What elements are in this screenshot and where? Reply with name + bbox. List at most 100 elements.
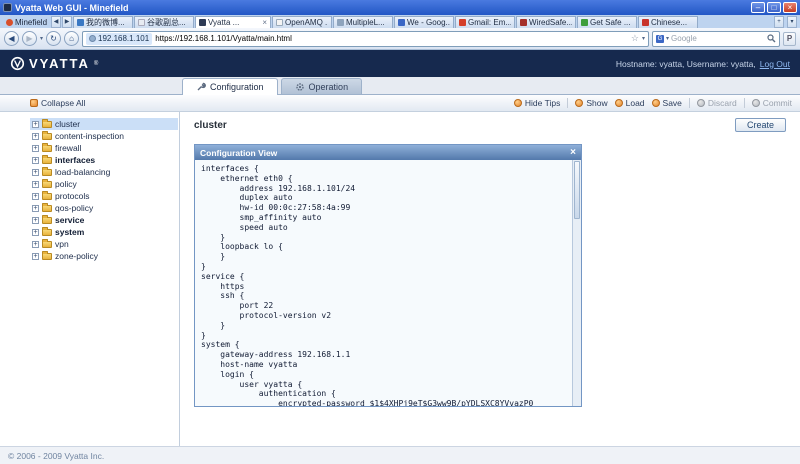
maximize-button[interactable]: □ bbox=[767, 2, 781, 13]
sidebar-item-policy[interactable]: + policy bbox=[30, 178, 178, 190]
commit-button[interactable]: Commit bbox=[752, 98, 792, 108]
show-button[interactable]: Show bbox=[575, 98, 607, 108]
search-engine-icon[interactable]: G bbox=[656, 35, 664, 43]
browser-tab[interactable]: 我的微博... bbox=[73, 16, 133, 28]
hostname-username-text: Hostname: vyatta, Username: vyatta, bbox=[616, 59, 756, 69]
site-identity-domain: 192.168.1.101 bbox=[98, 34, 149, 43]
toolbar-separator bbox=[689, 98, 690, 108]
sidebar-item-vpn[interactable]: + vpn bbox=[30, 238, 178, 250]
vyatta-app: VYATTA ® Hostname: vyatta, Username: vya… bbox=[0, 50, 800, 464]
bookmark-star-icon[interactable]: ☆ bbox=[631, 33, 639, 44]
config-tree-sidebar: + cluster + content-inspection + firewal… bbox=[0, 112, 180, 446]
expand-icon[interactable]: + bbox=[32, 181, 39, 188]
configuration-view-panel: Configuration View × interfaces { ethern… bbox=[194, 144, 582, 407]
search-magnifier-icon[interactable] bbox=[767, 34, 776, 43]
session-info: Hostname: vyatta, Username: vyatta, Log … bbox=[616, 59, 790, 69]
folder-icon bbox=[42, 157, 52, 164]
browser-tab[interactable]: Chinese... bbox=[638, 16, 698, 28]
minimize-button[interactable]: – bbox=[751, 2, 765, 13]
browser-tab[interactable]: We - Goog... bbox=[394, 16, 454, 28]
home-icon[interactable]: ⌂ bbox=[64, 31, 79, 46]
page-title: cluster bbox=[194, 120, 786, 131]
sidebar-item-protocols[interactable]: + protocols bbox=[30, 190, 178, 202]
folder-icon bbox=[42, 193, 52, 200]
collapse-all-button[interactable]: Collapse All bbox=[30, 98, 85, 108]
sidebar-item-zone-policy[interactable]: + zone-policy bbox=[30, 250, 178, 262]
browser-tab[interactable]: MultipleL... bbox=[333, 16, 393, 28]
browser-tab[interactable]: 谷歌副总... bbox=[134, 16, 194, 28]
tab-operation[interactable]: Operation bbox=[281, 78, 363, 94]
sidebar-item-interfaces[interactable]: + interfaces bbox=[30, 154, 178, 166]
sidebar-item-service[interactable]: + service bbox=[30, 214, 178, 226]
vyatta-header: VYATTA ® Hostname: vyatta, Username: vya… bbox=[0, 50, 800, 77]
expand-icon[interactable]: + bbox=[32, 253, 39, 260]
browser-tab[interactable]: OpenAMQ ... bbox=[272, 16, 332, 28]
browser-tab[interactable]: WiredSafe... bbox=[516, 16, 576, 28]
url-text[interactable]: https://192.168.1.101/Vyatta/main.html bbox=[155, 34, 628, 43]
vyatta-logo: VYATTA ® bbox=[10, 56, 98, 71]
expand-icon[interactable]: + bbox=[32, 205, 39, 212]
scrollbar-thumb[interactable] bbox=[574, 161, 580, 219]
tab-scroll-right-icon[interactable]: ▶ bbox=[62, 16, 72, 28]
list-all-tabs-icon[interactable]: ▾ bbox=[787, 16, 797, 28]
load-icon bbox=[615, 99, 623, 107]
expand-icon[interactable]: + bbox=[32, 157, 39, 164]
expand-icon[interactable]: + bbox=[32, 145, 39, 152]
sidebar-item-system[interactable]: + system bbox=[30, 226, 178, 238]
folder-icon bbox=[42, 121, 52, 128]
discard-button[interactable]: Discard bbox=[697, 98, 737, 108]
panel-scrollbar[interactable] bbox=[572, 160, 581, 406]
sidebar-item-cluster[interactable]: + cluster bbox=[30, 118, 178, 130]
expand-icon[interactable]: + bbox=[32, 193, 39, 200]
sidebar-item-content-inspection[interactable]: + content-inspection bbox=[30, 130, 178, 142]
create-button[interactable]: Create bbox=[735, 118, 786, 132]
commit-icon bbox=[752, 99, 760, 107]
browser-tab-active[interactable]: Vyatta ... × bbox=[195, 16, 271, 28]
hide-tips-button[interactable]: Hide Tips bbox=[514, 98, 560, 108]
panel-close-icon[interactable]: × bbox=[570, 148, 576, 158]
minefield-icon bbox=[6, 19, 13, 26]
hide-tips-icon bbox=[514, 99, 522, 107]
search-engine-dropdown-icon[interactable]: ▾ bbox=[666, 35, 669, 42]
tab-configuration[interactable]: Configuration bbox=[182, 78, 278, 95]
minefield-label: Minefield bbox=[15, 18, 47, 27]
new-tab-icon[interactable]: + bbox=[774, 16, 784, 28]
reload-icon[interactable]: ↻ bbox=[46, 31, 61, 46]
sidebar-item-load-balancing[interactable]: + load-balancing bbox=[30, 166, 178, 178]
sidebar-item-firewall[interactable]: + firewall bbox=[30, 142, 178, 154]
expand-icon[interactable]: + bbox=[32, 241, 39, 248]
url-dropdown-icon[interactable]: ▾ bbox=[642, 35, 645, 42]
vyatta-logo-icon bbox=[10, 56, 25, 71]
expand-icon[interactable]: + bbox=[32, 133, 39, 140]
expand-icon[interactable]: + bbox=[32, 121, 39, 128]
minefield-chip[interactable]: Minefield bbox=[2, 16, 51, 28]
back-icon[interactable]: ◀ bbox=[4, 31, 19, 46]
expand-icon[interactable]: + bbox=[32, 169, 39, 176]
folder-icon bbox=[42, 241, 52, 248]
sidebar-item-qos-policy[interactable]: + qos-policy bbox=[30, 202, 178, 214]
configuration-view-header[interactable]: Configuration View × bbox=[195, 145, 581, 160]
tab-scroll-left-icon[interactable]: ◀ bbox=[51, 16, 61, 28]
site-identity-chip[interactable]: 192.168.1.101 bbox=[86, 33, 152, 45]
tab-favicon bbox=[581, 19, 588, 26]
expand-icon[interactable]: + bbox=[32, 217, 39, 224]
extension-button[interactable]: P bbox=[783, 32, 796, 46]
forward-icon[interactable]: ▶ bbox=[22, 31, 37, 46]
close-button[interactable]: × bbox=[783, 2, 797, 13]
commit-label: Commit bbox=[763, 98, 792, 108]
history-dropdown-icon[interactable]: ▾ bbox=[40, 35, 43, 42]
browser-tab[interactable]: Get Safe ... bbox=[577, 16, 637, 28]
hide-tips-label: Hide Tips bbox=[525, 98, 560, 108]
logout-link[interactable]: Log Out bbox=[760, 59, 790, 69]
save-button[interactable]: Save bbox=[652, 98, 682, 108]
folder-icon bbox=[42, 169, 52, 176]
load-button[interactable]: Load bbox=[615, 98, 645, 108]
search-input[interactable]: G ▾ Google bbox=[652, 31, 780, 47]
tab-favicon bbox=[520, 19, 527, 26]
browser-tab[interactable]: Gmail: Em... bbox=[455, 16, 515, 28]
tab-favicon bbox=[199, 19, 206, 26]
expand-icon[interactable]: + bbox=[32, 229, 39, 236]
folder-icon bbox=[42, 253, 52, 260]
url-bar[interactable]: 192.168.1.101 https://192.168.1.101/Vyat… bbox=[82, 31, 649, 47]
tab-close-icon[interactable]: × bbox=[262, 19, 267, 27]
